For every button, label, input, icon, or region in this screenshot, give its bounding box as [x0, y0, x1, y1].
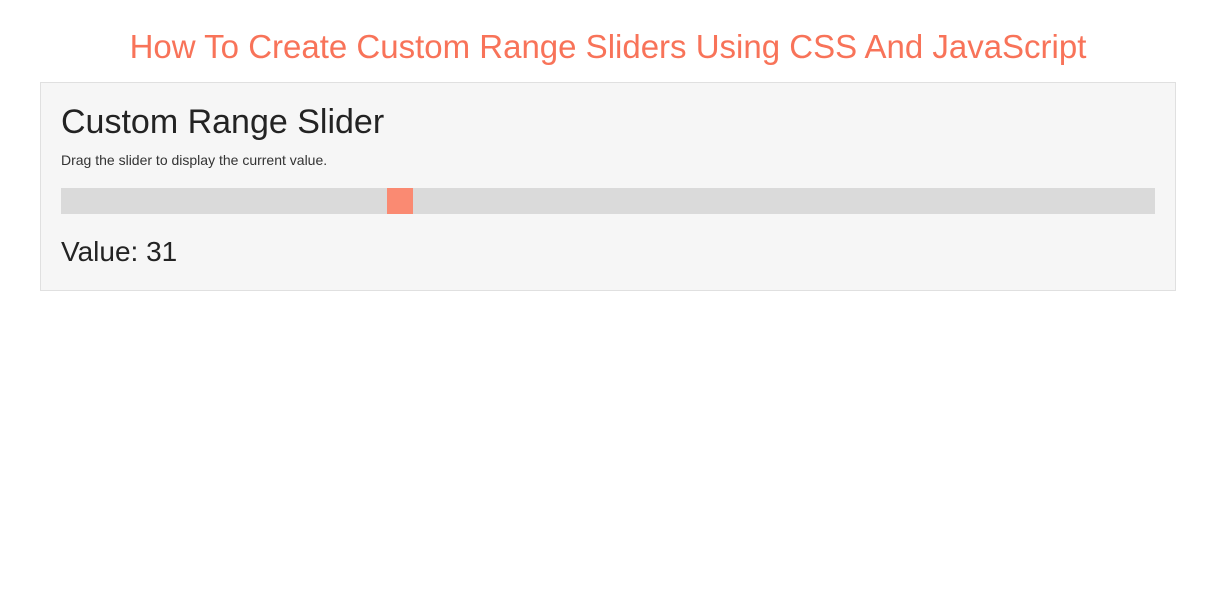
panel-heading: Custom Range Slider — [61, 103, 1155, 142]
slider-thumb[interactable] — [387, 188, 413, 214]
slider-track — [61, 188, 1155, 214]
value-display: Value: 31 — [61, 236, 1155, 268]
range-slider[interactable] — [61, 188, 1155, 214]
slider-panel: Custom Range Slider Drag the slider to d… — [40, 82, 1176, 291]
panel-description: Drag the slider to display the current v… — [61, 152, 1155, 168]
page-title: How To Create Custom Range Sliders Using… — [0, 0, 1216, 82]
